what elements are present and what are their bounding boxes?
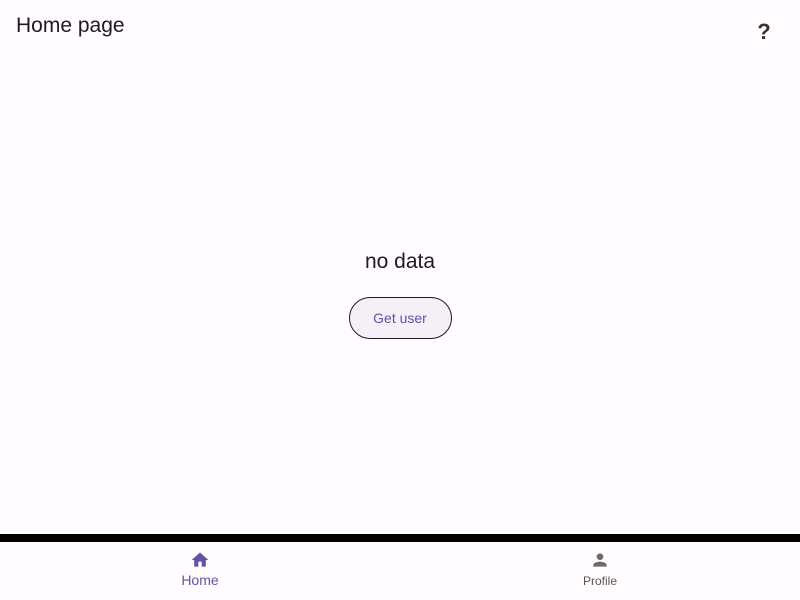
app-bar: Home page ? [0,0,800,56]
home-icon [191,552,209,567]
divider [0,534,800,542]
person-icon [593,553,607,567]
nav-label-home: Home [181,572,219,588]
status-text: no data [364,250,436,273]
nav-label-profile: Profile [582,574,617,588]
nav-tab-profile[interactable]: Profile [400,542,800,600]
get-user-button[interactable]: Get user [348,297,452,339]
content: no data Get user [0,250,800,339]
bottom-navigation: Home Profile [0,542,800,600]
nav-tab-home[interactable]: Home [0,542,400,600]
page-title: Home page [16,14,125,37]
help-button[interactable]: ? [748,16,780,48]
